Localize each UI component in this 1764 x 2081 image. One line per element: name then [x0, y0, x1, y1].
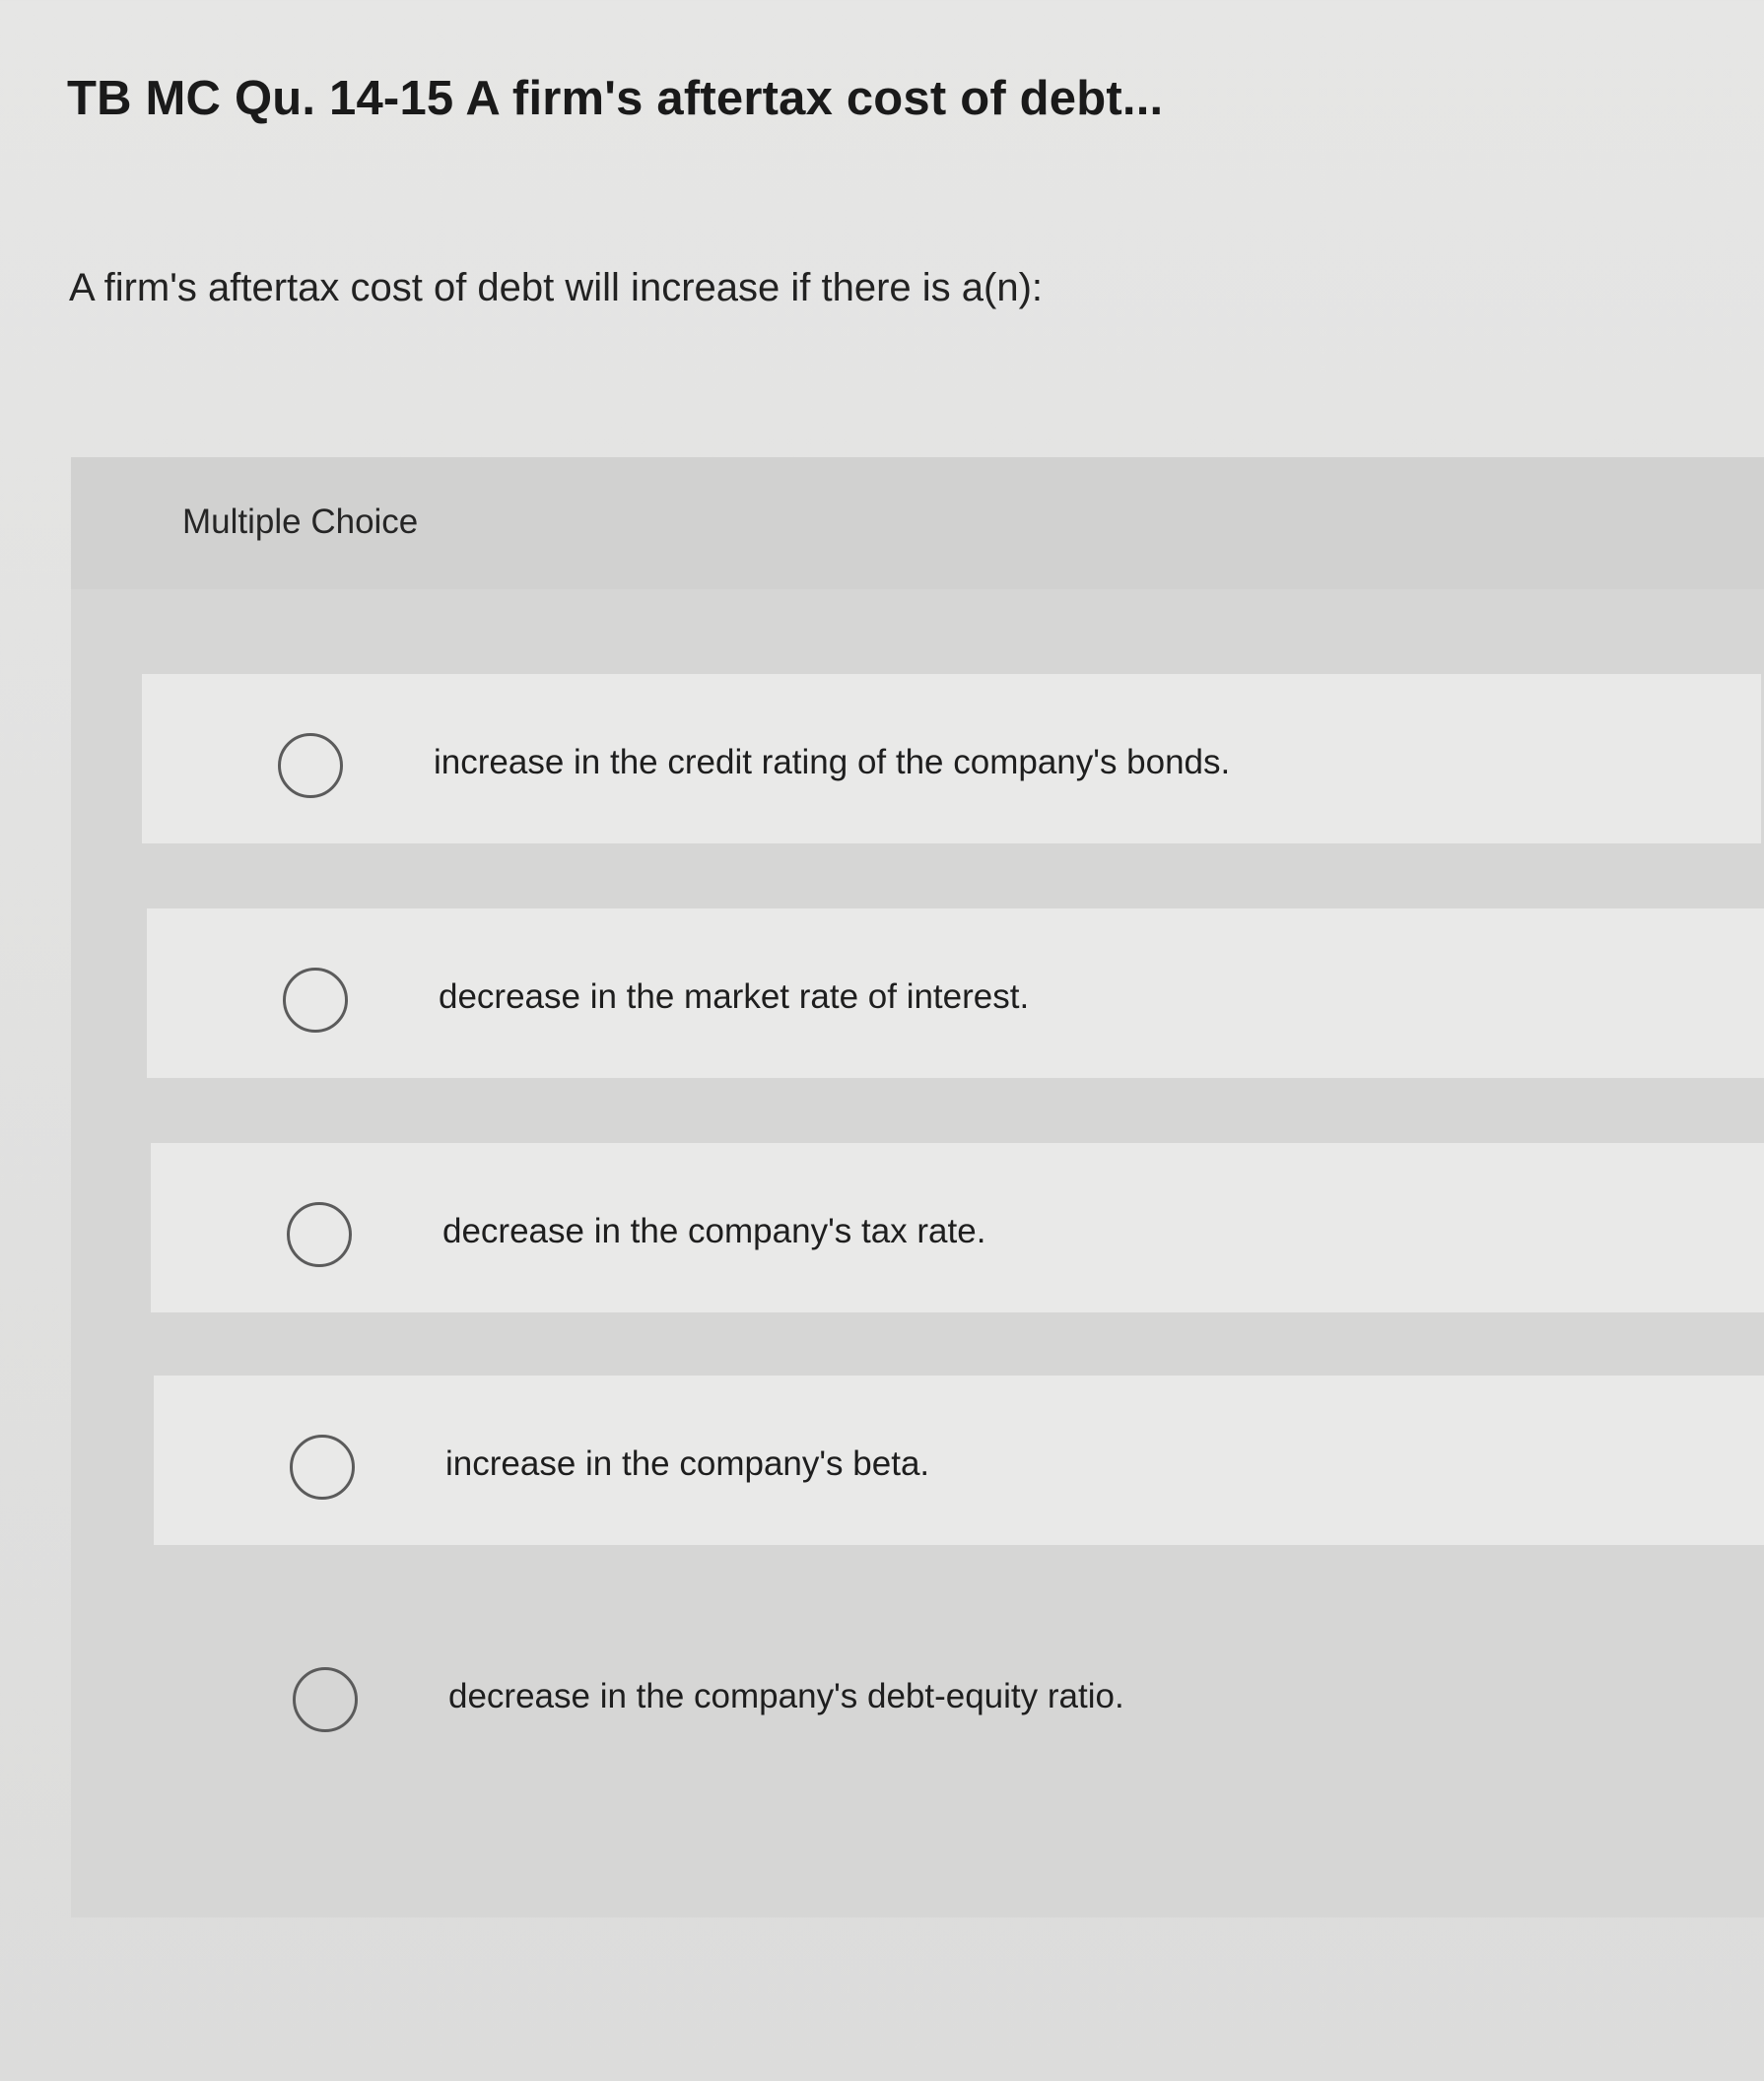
answer-option-text: increase in the company's beta.: [445, 1444, 930, 1483]
radio-button[interactable]: [290, 1435, 355, 1500]
answer-option-2[interactable]: decrease in the market rate of interest.: [147, 908, 1764, 1078]
question-title: TB MC Qu. 14-15 A firm's aftertax cost o…: [67, 72, 1164, 125]
multiple-choice-header: Multiple Choice: [71, 457, 1764, 589]
answer-option-4[interactable]: increase in the company's beta.: [154, 1376, 1764, 1545]
answer-option-text: increase in the credit rating of the com…: [434, 743, 1231, 781]
question-prompt: A firm's aftertax cost of debt will incr…: [69, 266, 1044, 309]
radio-button[interactable]: [287, 1202, 352, 1267]
answer-option-1[interactable]: increase in the credit rating of the com…: [142, 674, 1761, 843]
answer-option-text: decrease in the company's debt-equity ra…: [448, 1677, 1124, 1715]
answer-option-text: decrease in the market rate of interest.: [439, 977, 1030, 1016]
radio-button[interactable]: [283, 968, 348, 1033]
answer-option-text: decrease in the company's tax rate.: [442, 1212, 986, 1250]
multiple-choice-label: Multiple Choice: [182, 503, 419, 541]
answer-option-3[interactable]: decrease in the company's tax rate.: [151, 1143, 1764, 1312]
radio-button[interactable]: [293, 1667, 358, 1732]
multiple-choice-panel: Multiple Choice increase in the credit r…: [71, 457, 1764, 1917]
answer-option-5[interactable]: decrease in the company's debt-equity ra…: [157, 1608, 1764, 1778]
radio-button[interactable]: [278, 733, 343, 798]
